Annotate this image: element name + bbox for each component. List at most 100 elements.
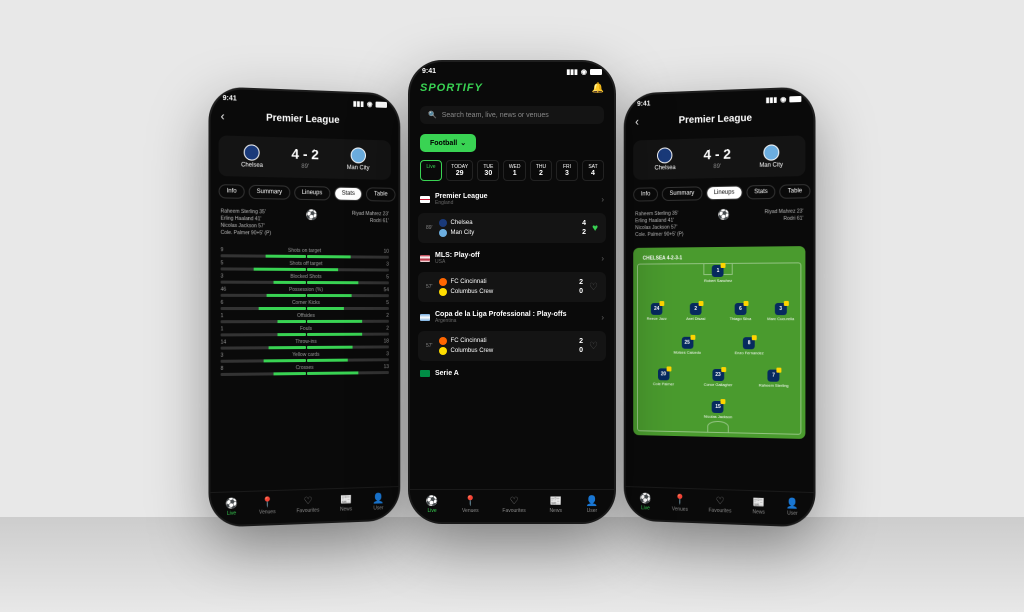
tab-stats[interactable]: Stats xyxy=(746,185,775,200)
fixture-row[interactable]: 57' FC Cincinnati Columbus Crew 20 ♡ xyxy=(418,272,606,302)
fixture-row[interactable]: 89' Chelsea Man City 42 ♥ xyxy=(418,213,606,243)
player-marker[interactable]: 20Cole Palmer xyxy=(653,368,674,386)
stat-row: 9Shots on target10 xyxy=(221,247,389,259)
nav-venues[interactable]: 📍Venues xyxy=(462,496,479,514)
stat-row: 14Throw-ins18 xyxy=(221,339,389,350)
nav-icon: 📍 xyxy=(464,496,476,507)
stat-row: 1Offsides2 xyxy=(221,313,389,323)
team-logo-icon xyxy=(439,278,447,286)
nav-live[interactable]: ⚽Live xyxy=(640,493,652,511)
date-chip[interactable]: SAT4 xyxy=(582,160,604,181)
favourite-icon[interactable]: ♡ xyxy=(589,282,598,293)
back-icon[interactable]: ‹ xyxy=(635,115,639,129)
tab-lineups[interactable]: Lineups xyxy=(706,185,742,200)
team-logo-icon xyxy=(439,229,447,237)
bottom-nav: ⚽Live 📍Venues ♡Favourites 📰News 👤User xyxy=(410,489,614,522)
nav-favourites[interactable]: ♡Favourites xyxy=(297,496,320,515)
team-logo-icon xyxy=(439,347,447,355)
nav-icon: 📍 xyxy=(674,495,686,506)
tab-info[interactable]: Info xyxy=(219,184,245,199)
flag-icon xyxy=(420,314,430,321)
nav-venues[interactable]: 📍Venues xyxy=(259,497,276,516)
stats-list: 9Shots on target10 5Shots off target3 3B… xyxy=(211,242,399,381)
chevron-down-icon: ⌄ xyxy=(460,139,466,147)
goal-event: Riyad Mahrez 23' xyxy=(352,211,389,218)
tab-stats[interactable]: Stats xyxy=(334,187,363,201)
favourite-icon[interactable]: ♡ xyxy=(589,341,598,352)
player-marker[interactable]: 6Thiago Silva xyxy=(730,303,752,321)
score-value: 4 - 2 xyxy=(291,146,318,163)
nav-live[interactable]: ⚽Live xyxy=(225,498,238,517)
battery-icon xyxy=(789,96,801,103)
league-header[interactable]: Copa de la Liga Professional : Play-offs… xyxy=(410,305,614,328)
nav-live[interactable]: ⚽Live xyxy=(426,496,438,514)
nav-favourites[interactable]: ♡Favourites xyxy=(502,496,525,514)
nav-user[interactable]: 👤User xyxy=(373,493,385,511)
date-chip[interactable]: Live xyxy=(420,160,442,181)
nav-icon: ♡ xyxy=(716,496,725,507)
player-marker[interactable]: 1Robert Sanchez xyxy=(704,264,732,282)
bell-icon[interactable]: 🔔 xyxy=(592,83,604,94)
nav-news[interactable]: 📰News xyxy=(752,497,764,516)
search-input[interactable]: 🔍 Search team, live, news or venues xyxy=(420,106,604,124)
nav-user[interactable]: 👤User xyxy=(786,498,799,517)
goal-event: Erling Haaland 41' xyxy=(221,216,272,223)
tab-summary[interactable]: Summary xyxy=(662,186,702,201)
search-icon: 🔍 xyxy=(428,111,437,119)
signal-icon: ▮▮▮ xyxy=(766,96,778,104)
nav-user[interactable]: 👤User xyxy=(586,496,598,514)
goal-event: Raheem Sterling 35' xyxy=(221,209,272,216)
ball-icon: ⚽ xyxy=(718,210,730,237)
nav-news[interactable]: 📰News xyxy=(549,496,562,514)
tab-table[interactable]: Table xyxy=(366,187,395,201)
battery-icon xyxy=(590,69,602,75)
flag-icon xyxy=(420,196,430,203)
flag-icon xyxy=(420,255,430,262)
nav-news[interactable]: 📰News xyxy=(340,494,352,512)
goal-events: Raheem Sterling 35'Erling Haaland 41'Nic… xyxy=(211,202,399,244)
date-chip[interactable]: TODAY29 xyxy=(446,160,473,181)
fixture-row[interactable]: 57' FC Cincinnati Columbus Crew 20 ♡ xyxy=(418,331,606,361)
phone-stats: 9:41 ▮▮▮◉ ‹ Premier League Chelsea 4 - 2… xyxy=(211,88,399,525)
favourite-icon[interactable]: ♥ xyxy=(592,223,598,234)
page-title: Premier League xyxy=(679,112,752,125)
player-marker[interactable]: 25Moises Caicedo xyxy=(673,337,701,355)
nav-icon: 📰 xyxy=(340,494,352,505)
league-header[interactable]: Serie A xyxy=(410,364,614,381)
date-chip[interactable]: THU2 xyxy=(530,160,552,181)
stat-row: 46Possession (%)54 xyxy=(221,287,389,297)
league-header[interactable]: MLS: Play-offUSA › xyxy=(410,246,614,269)
back-icon[interactable]: ‹ xyxy=(221,109,225,123)
player-marker[interactable]: 15Nicolas Jackson xyxy=(704,401,732,420)
wifi-icon: ◉ xyxy=(581,68,587,76)
stat-row: 8Crosses13 xyxy=(221,364,389,376)
chevron-right-icon: › xyxy=(601,313,604,322)
player-marker[interactable]: 3Marc Cucurella xyxy=(767,303,794,321)
date-chip[interactable]: TUE30 xyxy=(477,160,499,181)
lineup-pitch: CHELSEA 4-2-3-1 1Robert Sanchez 24Reece … xyxy=(633,246,805,439)
date-chip[interactable]: FRI3 xyxy=(556,160,578,181)
goal-event: Cole. Palmer 90+5' (P) xyxy=(221,230,272,237)
tab-info[interactable]: Info xyxy=(633,187,658,201)
tab-summary[interactable]: Summary xyxy=(249,185,290,200)
player-marker[interactable]: 2Axel Disasi xyxy=(686,303,705,321)
league-header[interactable]: Premier LeagueEngland › xyxy=(410,187,614,210)
player-marker[interactable]: 8Enzo Fernandez xyxy=(735,337,764,355)
team-logo-icon xyxy=(439,288,447,296)
flag-icon xyxy=(420,370,430,377)
date-chip[interactable]: WED1 xyxy=(503,160,526,181)
nav-icon: ♡ xyxy=(304,496,313,507)
player-marker[interactable]: 23Conor Gallagher xyxy=(704,369,733,387)
player-marker[interactable]: 7Raheem Sterling xyxy=(759,370,789,389)
nav-favourites[interactable]: ♡Favourites xyxy=(709,496,732,515)
tab-table[interactable]: Table xyxy=(780,184,810,199)
goal-event: Rodri 61' xyxy=(765,216,804,223)
player-marker[interactable]: 24Reece Jazz xyxy=(647,303,667,321)
tab-lineups[interactable]: Lineups xyxy=(294,186,330,201)
app-logo[interactable]: SPORTIFY xyxy=(420,82,483,94)
goal-event: Nicolas Jackson 57' xyxy=(221,223,272,230)
nav-venues[interactable]: 📍Venues xyxy=(672,494,688,512)
battery-icon xyxy=(376,102,387,108)
sport-filter-pill[interactable]: Football⌄ xyxy=(420,134,476,152)
goal-events: Raheem Sterling 35'Erling Haaland 41'Nic… xyxy=(626,202,814,244)
